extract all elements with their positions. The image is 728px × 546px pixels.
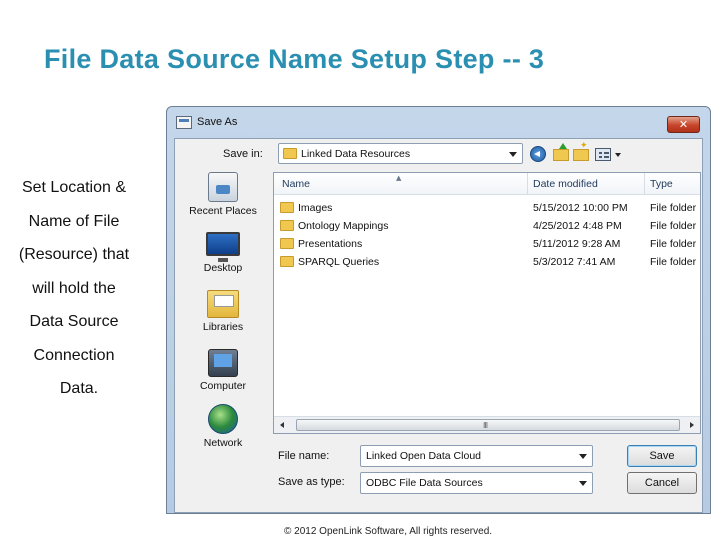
dialog-titlebar[interactable]: Save As ✕ [167,107,710,138]
save-as-type-value: ODBC File Data Sources [366,477,483,489]
dialog-body: Save in: Linked Data Resources Recent Pl… [174,138,703,513]
dialog-title: Save As [197,116,238,128]
side-text-line: Data. [59,380,99,397]
side-text-line: Set Location & [21,179,127,196]
side-text-line: (Resource) that [18,246,130,263]
place-label: Recent Places [189,205,257,217]
computer-icon [208,349,238,377]
scroll-right-icon[interactable] [690,422,694,428]
side-description: Set Location & Name of File (Resource) t… [4,171,144,406]
place-computer[interactable]: Computer [179,349,267,392]
folder-icon [283,148,297,159]
save-in-dropdown[interactable]: Linked Data Resources [278,143,523,164]
folder-icon [280,256,294,267]
close-icon: ✕ [678,118,689,131]
place-recent-places[interactable]: Recent Places [179,172,267,217]
slide-title: File Data Source Name Setup Step -- 3 [44,44,545,74]
column-divider[interactable] [527,173,528,195]
scrollbar-thumb[interactable]: III [296,419,680,431]
scroll-left-icon[interactable] [280,422,284,428]
file-name: Presentations [298,238,363,250]
file-row[interactable]: Ontology Mappings 4/25/2012 4:48 PM File… [274,217,700,235]
place-libraries[interactable]: Libraries [179,290,267,333]
place-label: Network [203,437,243,449]
place-desktop[interactable]: Desktop [179,232,267,274]
folder-icon [280,238,294,249]
cancel-button[interactable]: Cancel [627,472,697,494]
column-divider[interactable] [644,173,645,195]
side-text-line: Data Source [29,313,119,330]
file-date: 5/15/2012 10:00 PM [533,202,628,214]
side-text-line: will hold the [32,279,116,297]
file-date: 5/11/2012 9:28 AM [533,238,621,250]
horizontal-scrollbar[interactable]: III [274,416,700,433]
file-date: 5/3/2012 7:41 AM [533,256,616,268]
file-name: Ontology Mappings [298,220,389,232]
side-text-line: Name of File [28,212,120,230]
file-name-input[interactable]: Linked Open Data Cloud [360,445,593,467]
view-menu-icon[interactable] [595,148,611,161]
file-type: File folder [650,220,697,232]
sort-caret-icon: ▲ [396,174,402,182]
save-as-type-label: Save as type: [278,476,345,488]
places-bar: Recent Places Desktop Libraries Computer… [179,172,267,472]
folder-icon [280,202,294,213]
save-button[interactable]: Save [627,445,697,467]
file-date: 4/25/2012 4:48 PM [533,220,622,232]
recent-places-icon [208,172,238,202]
file-row[interactable]: Presentations 5/11/2012 9:28 AM File fol… [274,235,700,253]
place-network[interactable]: Network [179,404,267,449]
new-folder-icon[interactable] [573,141,589,161]
side-text-line: Connection [33,346,115,364]
chevron-down-icon[interactable] [615,153,621,157]
file-name-value: Linked Open Data Cloud [366,450,481,462]
file-list-header: Name ▲ Date modified Type [274,173,700,195]
save-as-dialog: Save As ✕ Save in: Linked Data Resources… [166,106,711,514]
chevron-down-icon[interactable] [579,454,587,459]
copyright-footer: © 2012 OpenLink Software, All rights res… [284,526,493,537]
place-label: Libraries [202,321,244,333]
window-icon [176,116,192,129]
column-header-type[interactable]: Type [650,178,673,190]
save-as-type-dropdown[interactable]: ODBC File Data Sources [360,472,593,494]
file-name: SPARQL Queries [298,256,380,268]
file-type: File folder [650,202,697,214]
desktop-icon [206,232,240,262]
scrollbar-grip: III [483,421,488,430]
file-row[interactable]: SPARQL Queries 5/3/2012 7:41 AM File fol… [274,253,700,271]
file-row[interactable]: Images 5/15/2012 10:00 PM File folder [274,199,700,217]
file-list: Name ▲ Date modified Type Images 5/15/20… [273,172,701,434]
file-type: File folder [650,238,697,250]
chevron-down-icon [509,152,517,157]
close-button[interactable]: ✕ [667,116,700,133]
file-name-label: File name: [278,450,330,462]
save-in-value: Linked Data Resources [301,148,411,160]
folder-icon [280,220,294,231]
network-icon [208,404,238,434]
file-type: File folder [650,256,697,268]
file-name: Images [298,202,333,214]
chevron-down-icon[interactable] [579,481,587,486]
column-header-date[interactable]: Date modified [533,178,598,190]
up-folder-icon[interactable] [553,143,569,161]
place-label: Desktop [203,262,243,274]
back-icon[interactable] [530,146,546,162]
save-in-label: Save in: [223,148,263,160]
libraries-icon [207,290,239,318]
column-header-name[interactable]: Name [282,178,310,190]
place-label: Computer [199,380,247,392]
